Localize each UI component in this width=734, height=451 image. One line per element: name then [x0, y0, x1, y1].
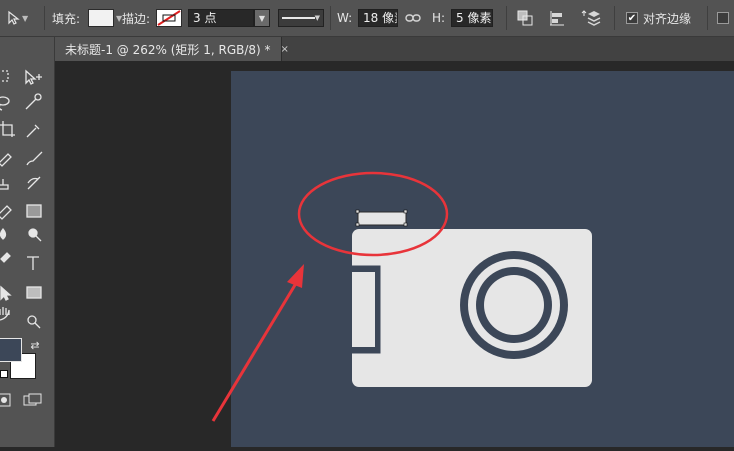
document-canvas[interactable] [231, 71, 734, 447]
path-alignment-button[interactable] [548, 0, 566, 36]
move-icon [25, 69, 42, 85]
stroke-width-input[interactable]: 3 点 [188, 9, 254, 27]
link-icon [405, 14, 421, 22]
stroke-line-preview [282, 17, 315, 19]
align-edges-label: 对齐边缘 [643, 11, 692, 26]
fill-swatch-picker[interactable]: ▼ [88, 0, 122, 36]
divider [707, 6, 708, 30]
blur-icon [0, 227, 7, 240]
zoom-icon [27, 315, 41, 329]
align-edges-checkbox[interactable]: ✔ 对齐边缘 [626, 0, 691, 36]
height-input[interactable]: 5 像素 [451, 9, 493, 27]
document-tab-bar: 未标题-1 @ 262% (矩形 1, RGB/8) * × [55, 37, 734, 61]
path-select-icon [8, 10, 20, 25]
swap-arrow-icon: ⇄ [30, 338, 40, 352]
stroke-type-picker[interactable]: ▼ [278, 0, 324, 36]
path-operations-button[interactable] [516, 0, 534, 36]
divider [506, 6, 507, 30]
eyedropper-icon [26, 124, 40, 138]
brush-icon [26, 151, 43, 166]
options-bar: ▼ 填充: ▼ 描边: 3 点 ▼ ▼ W: 18 像素 [0, 0, 734, 37]
hand-icon [0, 307, 10, 321]
no-color-swatch-icon[interactable] [156, 9, 182, 27]
rectangle-icon [26, 286, 42, 299]
path-alignment-icon [550, 11, 564, 26]
chevron-down-icon: ▼ [22, 13, 29, 23]
screen-mode-button[interactable] [22, 389, 44, 411]
stroke-label: 描边: [122, 11, 151, 26]
dodge-icon [28, 228, 42, 242]
default-colors-icon[interactable] [0, 370, 8, 378]
pen-icon [0, 252, 11, 263]
stroke-swatch-picker[interactable] [156, 0, 182, 36]
healing-brush-icon [0, 153, 12, 167]
screen-mode-icon [23, 393, 42, 406]
tool-preset-picker[interactable]: ▼ [6, 0, 28, 36]
document-tab-title: 未标题-1 @ 262% (矩形 1, RGB/8) * [65, 42, 271, 57]
fill-label: 填充: [52, 11, 81, 26]
tools-icons [0, 61, 43, 329]
chevron-down-icon: ▼ [314, 14, 320, 22]
width-label: W: [337, 11, 353, 25]
extra-checkbox[interactable] [717, 0, 729, 36]
height-label: H: [432, 11, 446, 25]
width-input[interactable]: 18 像素 [358, 9, 398, 27]
divider [44, 6, 45, 30]
foreground-color-swatch[interactable] [0, 338, 22, 362]
quick-mask-icon [0, 393, 11, 407]
path-select-icon [0, 285, 12, 301]
document-tab[interactable]: 未标题-1 @ 262% (矩形 1, RGB/8) * × [55, 37, 289, 61]
quick-mask-button[interactable] [0, 389, 16, 411]
gradient-icon [26, 204, 42, 218]
divider [614, 6, 615, 30]
path-operations-icon [517, 10, 533, 26]
chevron-down-icon: ▼ [258, 13, 266, 23]
clone-stamp-icon [0, 179, 9, 190]
quick-select-icon [25, 93, 42, 110]
path-arrangement-button[interactable] [580, 0, 602, 36]
stroke-width-dropdown-button[interactable]: ▼ [254, 9, 270, 27]
close-icon[interactable]: × [281, 44, 289, 55]
divider [330, 6, 331, 30]
fill-swatch[interactable] [88, 9, 114, 27]
tools-panel: ⇄ [0, 37, 55, 447]
unlabeled-checkbox[interactable] [717, 12, 729, 24]
link-dimensions-button[interactable] [405, 0, 421, 36]
path-arrangement-icon [581, 10, 601, 26]
history-brush-icon [27, 176, 41, 190]
eraser-icon [0, 205, 12, 220]
lasso-icon [0, 96, 10, 111]
align-edges-check[interactable]: ✔ [626, 12, 638, 24]
marquee-icon [0, 70, 9, 82]
type-icon [27, 256, 39, 270]
crop-icon [0, 121, 15, 137]
